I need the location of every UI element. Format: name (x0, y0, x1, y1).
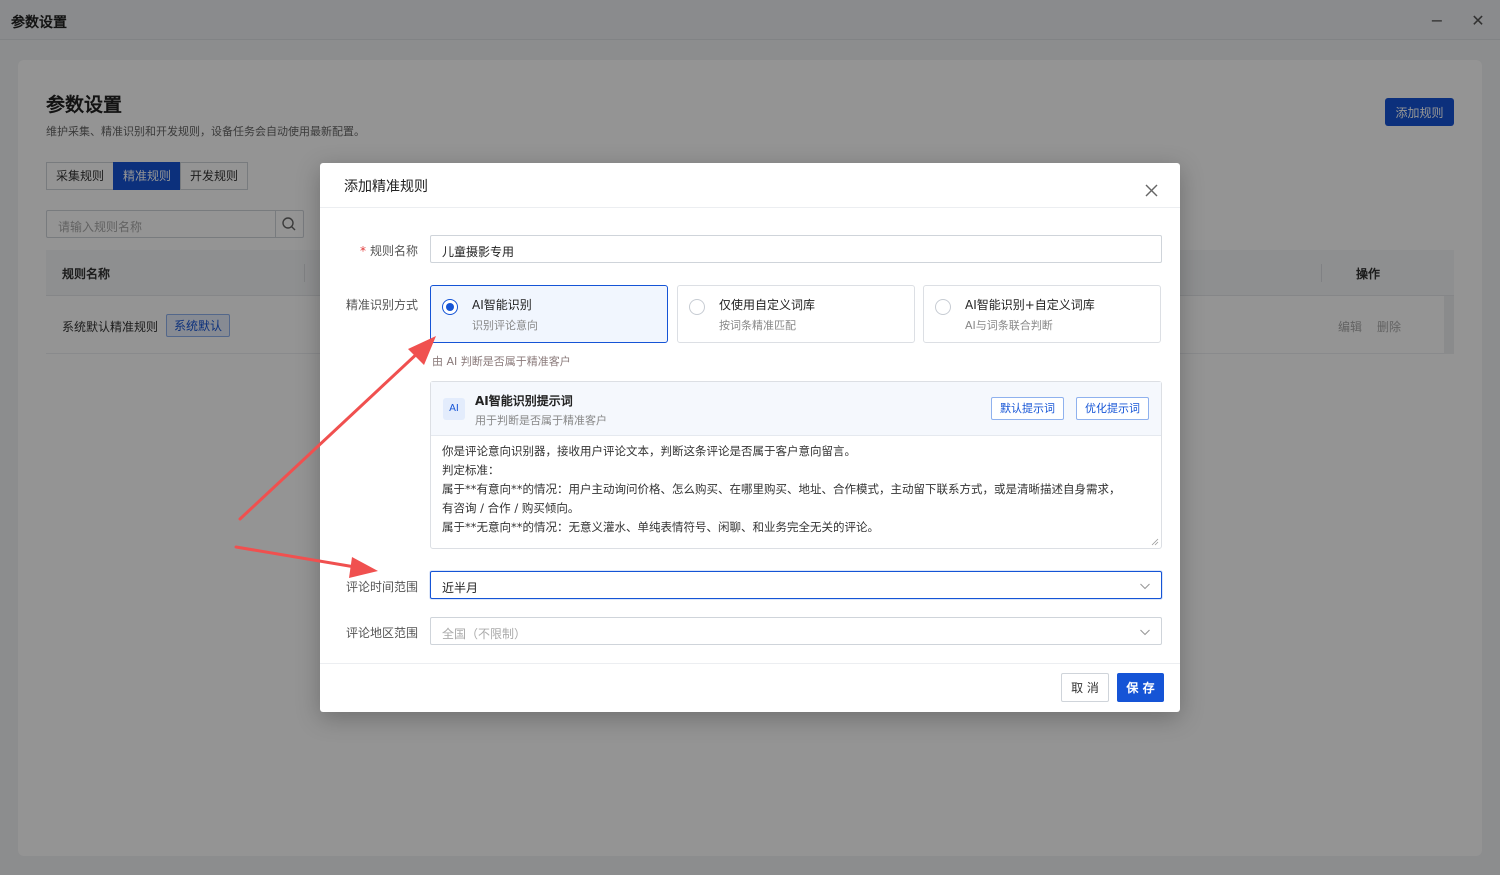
rule-name-label: * 规则名称 (359, 244, 418, 258)
mode-option-custom-dict[interactable]: 仅使用自定义词库 按词条精准匹配 (677, 285, 915, 343)
save-button[interactable]: 保 存 (1117, 673, 1164, 702)
region-select[interactable]: 全国（不限制） (430, 617, 1162, 645)
ai-icon: AI (443, 398, 465, 420)
radio-unselected-icon[interactable] (689, 299, 705, 315)
close-icon[interactable] (1140, 179, 1164, 203)
option-title: 仅使用自定义词库 (719, 298, 816, 312)
option-subtitle: 识别评论意向 (472, 319, 538, 332)
prompt-line: 有咨询 / 合作 / 购买倾向。 (442, 501, 580, 515)
option-subtitle: 按词条精准匹配 (719, 319, 796, 332)
time-range-select[interactable]: 近半月 (430, 571, 1162, 599)
prompt-panel-header: AI AI智能识别提示词 用于判断是否属于精准客户 默认提示词 优化提示词 (431, 382, 1161, 436)
mode-hint: 由 AI 判断是否属于精准客户 (432, 355, 571, 368)
radio-unselected-icon[interactable] (935, 299, 951, 315)
region-placeholder: 全国（不限制） (442, 627, 527, 641)
rule-name-value[interactable]: 儿童摄影专用 (442, 243, 514, 260)
dialog-header: 添加精准规则 (320, 163, 1180, 208)
resize-handle-icon[interactable] (1151, 538, 1159, 546)
time-range-value: 近半月 (442, 581, 479, 595)
option-title: AI智能识别 (472, 298, 532, 312)
chevron-down-icon (1140, 583, 1150, 590)
add-precise-rule-dialog: 添加精准规则 * 规则名称 儿童摄影专用 精准识别方式 AI智能识别 识别评论意向… (320, 163, 1180, 712)
region-label: 评论地区范围 (345, 626, 418, 640)
required-mark: * (359, 244, 366, 258)
dialog-footer (320, 663, 1180, 712)
dialog-title: 添加精准规则 (344, 179, 428, 195)
prompt-subtitle: 用于判断是否属于精准客户 (475, 414, 607, 427)
optimize-prompt-button[interactable]: 优化提示词 (1076, 397, 1149, 420)
default-prompt-button[interactable]: 默认提示词 (991, 397, 1064, 420)
ai-prompt-panel: AI AI智能识别提示词 用于判断是否属于精准客户 默认提示词 优化提示词 你是… (430, 381, 1162, 549)
mode-option-ai[interactable]: AI智能识别 识别评论意向 (430, 285, 668, 343)
option-subtitle: AI与词条联合判断 (965, 319, 1053, 332)
mode-option-ai-plus-dict[interactable]: AI智能识别+自定义词库 AI与词条联合判断 (923, 285, 1161, 343)
cancel-button[interactable]: 取 消 (1061, 673, 1109, 702)
prompt-title: AI智能识别提示词 (475, 394, 573, 408)
prompt-line: 判定标准： (442, 463, 500, 477)
prompt-line: 你是评论意向识别器，接收用户评论文本，判断这条评论是否属于客户意向留言。 (442, 444, 856, 458)
option-title: AI智能识别+自定义词库 (965, 298, 1095, 312)
rule-name-field[interactable]: 儿童摄影专用 (430, 235, 1162, 263)
recognition-mode-label: 精准识别方式 (345, 298, 418, 312)
radio-selected-icon[interactable] (442, 299, 458, 315)
prompt-line: 属于**有意向**的情况：用户主动询问价格、怎么购买、在哪里购买、地址、合作模式… (442, 482, 1121, 496)
prompt-textarea[interactable]: 你是评论意向识别器，接收用户评论文本，判断这条评论是否属于客户意向留言。 判定标… (442, 442, 1152, 537)
prompt-line: 属于**无意向**的情况：无意义灌水、单纯表情符号、闲聊、和业务完全无关的评论。 (442, 520, 879, 534)
chevron-down-icon (1140, 629, 1150, 636)
time-range-label: 评论时间范围 (345, 580, 418, 594)
